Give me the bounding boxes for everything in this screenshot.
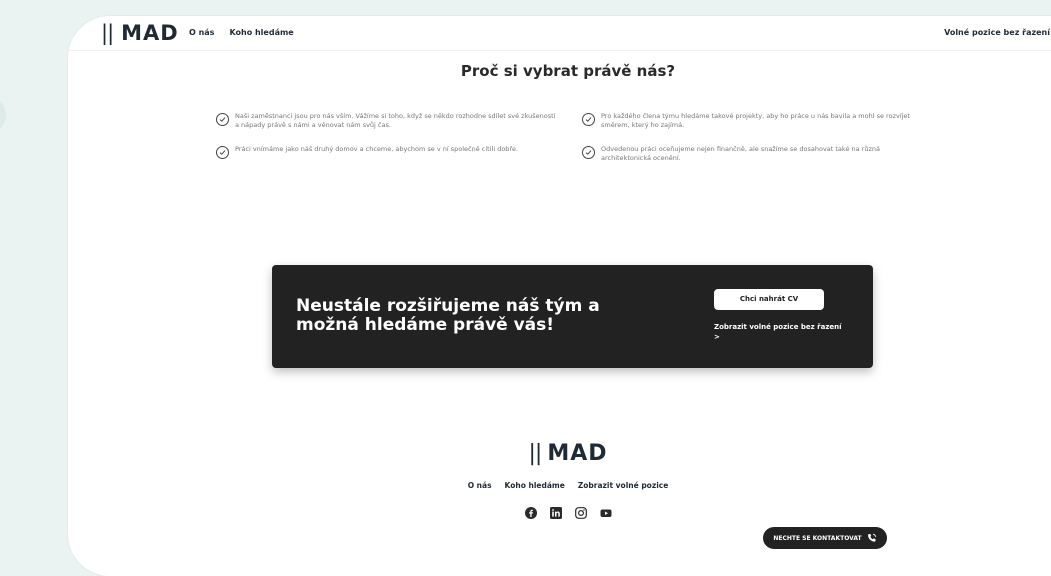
footer-logo[interactable]: || MAD xyxy=(68,441,1051,466)
benefit-item: Odvedenou práci oceňujeme nejen finančně… xyxy=(582,145,927,163)
upload-cv-button[interactable]: Chci nahrát CV xyxy=(714,289,824,310)
footer-link-koho-hledame[interactable]: Koho hledáme xyxy=(505,481,565,490)
instagram-icon[interactable] xyxy=(574,507,587,519)
youtube-icon[interactable] xyxy=(600,507,612,519)
linkedin-icon[interactable] xyxy=(549,507,562,519)
check-circle-icon xyxy=(216,113,229,126)
benefit-item: Pro každého člena týmu hledáme takové pr… xyxy=(582,112,927,130)
section-title: Proč si vybrat právě nás? xyxy=(460,62,676,80)
contact-me-button[interactable]: NECHTE SE KONTAKTOVAT xyxy=(763,527,887,549)
page-card: || MAD O nás Koho hledáme Volné pozice be… xyxy=(68,16,1051,576)
logo-bars: || xyxy=(101,21,114,45)
main-nav: O nás Koho hledáme xyxy=(189,28,294,37)
facebook-icon[interactable] xyxy=(524,507,537,519)
check-circle-icon xyxy=(216,146,229,159)
nav-link-koho-hledame[interactable]: Koho hledáme xyxy=(229,28,293,37)
benefit-text: Odvedenou práci oceňujeme nejen finančně… xyxy=(601,145,880,162)
background-decoration xyxy=(0,95,6,135)
footer-nav: O nás Koho hledáme Zobrazit volné pozice xyxy=(68,481,1051,490)
social-links xyxy=(68,507,1051,519)
check-circle-icon xyxy=(582,146,595,159)
open-positions-link[interactable]: Zobrazit volné pozice bez řazení > xyxy=(714,322,844,342)
phone-icon xyxy=(867,533,876,542)
cta-banner: Neustále rozšiřujeme náš tým a možná hle… xyxy=(272,265,873,368)
footer-link-o-nas[interactable]: O nás xyxy=(468,481,492,490)
cta-heading: Neustále rozšiřujeme náš tým a možná hle… xyxy=(296,296,600,335)
benefit-text: Práci vnímáme jako náš druhý domov a chc… xyxy=(235,145,519,153)
footer-logo-bars: || xyxy=(528,441,542,466)
nav-link-volne-pozice[interactable]: Volné pozice bez řazení xyxy=(944,28,1050,37)
benefit-item: Práci vnímáme jako náš druhý domov a chc… xyxy=(216,145,561,159)
benefit-item: Naši zaměstnanci jsou pro nás vším. Váží… xyxy=(216,112,561,130)
contact-me-label: NECHTE SE KONTAKTOVAT xyxy=(773,534,862,542)
benefit-text: Pro každého člena týmu hledáme takové pr… xyxy=(601,112,910,129)
check-circle-icon xyxy=(582,113,595,126)
benefit-text: Naši zaměstnanci jsou pro nás vším. Váží… xyxy=(235,112,556,129)
footer-link-volne-pozice[interactable]: Zobrazit volné pozice xyxy=(578,481,669,490)
footer-logo-text: MAD xyxy=(547,441,608,466)
nav-link-o-nas[interactable]: O nás xyxy=(189,28,214,37)
logo-text: MAD xyxy=(121,21,179,45)
logo[interactable]: || MAD xyxy=(101,21,179,45)
header: || MAD O nás Koho hledáme Volné pozice be… xyxy=(68,16,1051,51)
